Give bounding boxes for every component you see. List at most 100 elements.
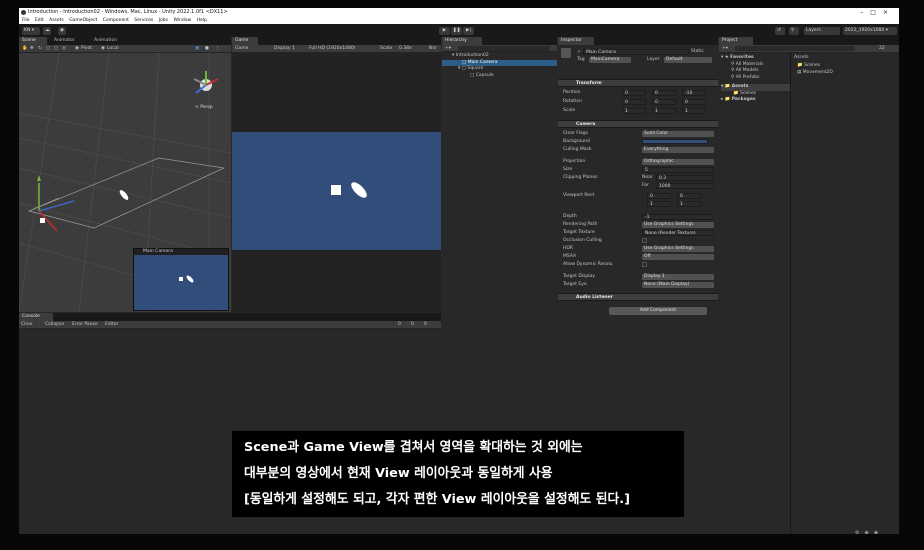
- console-editor-dropdown[interactable]: Editor: [105, 321, 118, 329]
- projection-dropdown[interactable]: Orthographic: [642, 159, 714, 165]
- asset-movement2d-script[interactable]: ▤ Movement2D: [797, 70, 833, 77]
- tab-inspector[interactable]: Inspector: [558, 37, 594, 45]
- cloud-icon[interactable]: ☁: [43, 27, 51, 35]
- background-color-swatch[interactable]: [642, 139, 708, 144]
- position-x[interactable]: 0: [622, 90, 646, 96]
- console-clear-button[interactable]: Clear: [21, 321, 33, 329]
- menu-jobs[interactable]: Jobs: [159, 18, 168, 23]
- menu-file[interactable]: File: [22, 18, 30, 23]
- far-field[interactable]: 1000: [656, 183, 714, 189]
- occlusion-culling-checkbox[interactable]: [642, 238, 647, 243]
- layout-dropdown[interactable]: 2022_1920x1080 ▾: [843, 27, 897, 35]
- step-button[interactable]: ▶|: [463, 27, 474, 35]
- rotation-y[interactable]: 0: [652, 99, 676, 105]
- window-controls[interactable]: –□×: [860, 8, 895, 17]
- console-error-count[interactable]: 0: [424, 321, 427, 329]
- menu-assets[interactable]: Assets: [49, 18, 64, 23]
- persp-label[interactable]: < Persp: [195, 105, 213, 110]
- object-name-field[interactable]: Main Camera: [583, 49, 689, 55]
- gizmos-icon[interactable]: ●: [205, 45, 209, 53]
- target-texture-field[interactable]: None (Render Texture): [642, 230, 714, 236]
- console-collapse-button[interactable]: Collapse: [45, 321, 64, 329]
- rotation-z[interactable]: 0: [682, 99, 706, 105]
- draw-mode-icon[interactable]: ▣: [195, 45, 199, 53]
- scene-more-icon[interactable]: ⋮: [215, 45, 220, 53]
- scale-tool-icon[interactable]: ▢: [46, 45, 50, 53]
- menu-services[interactable]: Services: [134, 18, 153, 23]
- viewport-w[interactable]: 1: [647, 201, 671, 207]
- tab-project[interactable]: Project: [719, 37, 753, 45]
- position-y[interactable]: 0: [652, 90, 676, 96]
- rendering-path-dropdown[interactable]: Use Graphics Settings: [642, 222, 714, 228]
- active-checkbox[interactable]: ✓: [577, 49, 581, 55]
- create-icon[interactable]: +▾: [445, 45, 451, 53]
- pause-button[interactable]: ❚❚: [451, 27, 462, 35]
- scale-x[interactable]: 1: [622, 108, 646, 114]
- menu-help[interactable]: Help: [197, 18, 207, 23]
- search-icon[interactable]: ⚲: [789, 27, 799, 35]
- scale-z[interactable]: 1: [682, 108, 706, 114]
- scale-y[interactable]: 1: [652, 108, 676, 114]
- near-field[interactable]: 0.3: [656, 175, 714, 181]
- move-tool-icon[interactable]: ✥: [30, 45, 34, 53]
- msaa-dropdown[interactable]: Off: [642, 254, 714, 260]
- depth-field[interactable]: -1: [642, 214, 714, 220]
- layer-dropdown[interactable]: Default: [664, 57, 712, 63]
- status-bar-icons[interactable]: ⚙◉◉: [855, 530, 883, 534]
- tab-animation[interactable]: Animation: [91, 37, 120, 45]
- play-button[interactable]: ▶: [439, 27, 450, 35]
- tag-dropdown[interactable]: MainCamera: [589, 57, 631, 63]
- tab-animator[interactable]: Animator: [51, 37, 78, 45]
- camera-header[interactable]: Camera: [558, 120, 718, 128]
- rotate-tool-icon[interactable]: ↻: [38, 45, 42, 53]
- layers-dropdown[interactable]: Layers: [804, 27, 840, 35]
- tab-game[interactable]: Game: [232, 37, 258, 45]
- console-warning-count[interactable]: 0: [411, 321, 414, 329]
- culling-mask-dropdown[interactable]: Everything: [642, 147, 714, 153]
- dynamic-resolution-checkbox[interactable]: [642, 262, 647, 267]
- hdr-dropdown[interactable]: Use Graphics Settings: [642, 246, 714, 252]
- console-error-pause-button[interactable]: Error Pause: [72, 321, 98, 329]
- viewport-x[interactable]: 0: [647, 193, 671, 199]
- local-dropdown[interactable]: Local: [107, 45, 119, 53]
- audio-listener-header[interactable]: Audio Listener: [558, 293, 718, 301]
- collab-icon[interactable]: ◉: [58, 27, 66, 35]
- hierarchy-item-capsule[interactable]: □ Capsule: [442, 73, 557, 80]
- size-field[interactable]: 5: [642, 167, 714, 173]
- menu-edit[interactable]: Edit: [35, 18, 44, 23]
- tab-console[interactable]: Console: [19, 313, 53, 321]
- hidden-packages-count[interactable]: 22: [879, 45, 885, 53]
- tab-scene[interactable]: Scene: [19, 37, 47, 45]
- add-component-button[interactable]: Add Component: [609, 307, 707, 315]
- game-view-dropdown[interactable]: Game: [235, 45, 248, 53]
- favorite-all-prefabs[interactable]: ⚲ All Prefabs: [721, 75, 791, 82]
- hand-tool-icon[interactable]: ✋: [22, 45, 28, 53]
- viewport-h[interactable]: 1: [677, 201, 701, 207]
- rotation-x[interactable]: 0: [622, 99, 646, 105]
- position-z[interactable]: -10: [682, 90, 706, 96]
- target-eye-dropdown[interactable]: None (Main Display): [642, 282, 714, 288]
- tab-hierarchy[interactable]: Hierarchy: [442, 37, 482, 45]
- account-dropdown[interactable]: KN ▾: [22, 27, 40, 35]
- project-create-icon[interactable]: +▾: [722, 45, 728, 53]
- menu-gameobject[interactable]: GameObject: [69, 18, 97, 23]
- target-display-dropdown[interactable]: Display 1: [642, 274, 714, 280]
- rect-tool-icon[interactable]: □: [54, 45, 58, 53]
- display-dropdown[interactable]: Display 1: [274, 45, 295, 53]
- clear-flags-dropdown[interactable]: Solid Color: [642, 131, 714, 137]
- history-icon[interactable]: ↺: [775, 27, 785, 35]
- pivot-dropdown[interactable]: Pivot: [81, 45, 92, 53]
- menu-component[interactable]: Component: [103, 18, 129, 23]
- packages-folder-item[interactable]: ▸ 📁 Packages: [721, 97, 791, 104]
- transform-header[interactable]: Transform: [558, 79, 718, 87]
- scale-value[interactable]: 0.38x: [399, 45, 412, 53]
- viewport-y[interactable]: 0: [677, 193, 701, 199]
- menu-window[interactable]: Window: [173, 18, 191, 23]
- resolution-dropdown[interactable]: Full HD (1920x1080): [309, 45, 355, 53]
- game-view[interactable]: [232, 132, 441, 250]
- project-search-input[interactable]: [735, 46, 855, 51]
- play-mode-dropdown[interactable]: Nor: [429, 45, 437, 53]
- transform-tool-icon[interactable]: ◎: [62, 45, 66, 53]
- console-log-count[interactable]: 0: [398, 321, 401, 329]
- hierarchy-search-input[interactable]: [458, 46, 550, 51]
